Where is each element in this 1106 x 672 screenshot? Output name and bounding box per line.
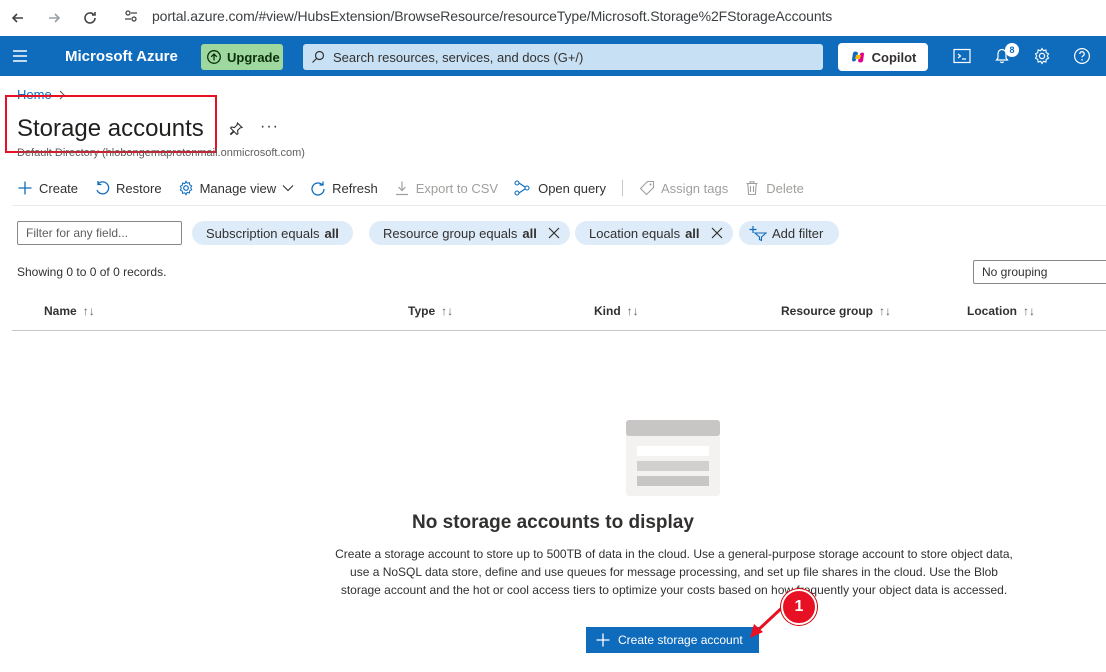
pin-icon[interactable] [228,121,244,137]
command-bar-divider [12,205,1106,206]
search-icon [312,50,325,63]
manage-view-button[interactable]: Manage view [178,180,295,196]
global-search-input[interactable]: Search resources, services, and docs (G+… [303,44,823,70]
delete-button[interactable]: Delete [744,180,804,196]
step-marker-badge: 1 [781,589,817,625]
sort-icon[interactable]: ↑↓ [1023,304,1035,318]
column-header-kind[interactable]: Kind ↑↓ [594,304,639,318]
refresh-button[interactable]: Refresh [310,180,378,196]
brand-title[interactable]: Microsoft Azure [65,48,178,65]
add-filter-label: Add filter [772,225,824,241]
add-filter-icon [749,226,767,241]
column-header-name[interactable]: Name ↑↓ [44,304,95,318]
back-icon[interactable] [0,0,36,36]
empty-state-illustration [626,420,720,496]
upgrade-button[interactable]: Upgrade [201,44,283,70]
refresh-icon [311,181,325,196]
azure-header: Microsoft Azure Upgrade Search resources… [0,36,1106,76]
column-header-resource-group[interactable]: Resource group ↑↓ [781,304,891,318]
empty-state-title: No storage accounts to display [412,512,694,533]
column-header-type[interactable]: Type ↑↓ [408,304,453,318]
notifications-icon[interactable]: 8 [982,36,1022,76]
reload-icon[interactable] [72,0,108,36]
restore-icon [96,181,110,195]
sort-icon[interactable]: ↑↓ [441,304,453,318]
search-placeholder: Search resources, services, and docs (G+… [333,49,584,65]
column-label: Name [44,304,77,318]
grouping-select[interactable]: No grouping [973,260,1106,284]
chevron-down-icon [282,185,294,192]
create-label: Create [39,180,79,196]
column-label: Resource group [781,304,874,318]
location-filter-prefix: Location equals [589,225,681,241]
restore-label: Restore [116,180,162,196]
upgrade-arrow-icon [207,50,221,64]
plus-icon [18,181,32,195]
open-query-label: Open query [538,180,607,196]
copilot-label: Copilot [871,49,917,65]
delete-label: Delete [766,180,804,196]
close-icon[interactable] [711,227,723,239]
location-filter-value: all [685,225,700,241]
manage-view-label: Manage view [199,180,277,196]
plus-icon [596,633,610,647]
upgrade-label: Upgrade [227,49,280,65]
column-label: Type [408,304,436,318]
open-query-button[interactable]: Open query [514,180,606,196]
toolbar-divider [622,180,624,196]
subscription-filter-prefix: Subscription equals [206,225,320,241]
command-bar: Create Restore Manage view Refresh Expor… [17,176,820,200]
query-icon [514,180,530,196]
copilot-icon [851,51,864,63]
create-storage-account-button[interactable]: Create storage account [586,627,759,653]
records-count: Showing 0 to 0 of 0 records. [17,265,167,279]
resource-group-filter-prefix: Resource group equals [383,225,518,241]
title-highlight-box [5,95,217,153]
sort-icon[interactable]: ↑↓ [879,304,891,318]
address-bar[interactable]: portal.azure.com/#view/HubsExtension/Bro… [116,2,832,30]
export-csv-button[interactable]: Export to CSV [394,180,498,196]
download-icon [395,181,408,196]
assign-tags-button[interactable]: Assign tags [639,180,728,196]
restore-button[interactable]: Restore [94,180,162,196]
resource-group-filter-pill[interactable]: Resource group equals all [369,221,570,245]
create-storage-account-label: Create storage account [618,633,743,647]
url-text[interactable]: portal.azure.com/#view/HubsExtension/Bro… [152,8,832,24]
close-icon[interactable] [548,227,560,239]
filter-input[interactable]: Filter for any field... [17,221,182,245]
column-header-location[interactable]: Location ↑↓ [967,304,1035,318]
column-label: Kind [594,304,621,318]
sort-icon[interactable]: ↑↓ [627,304,639,318]
export-csv-label: Export to CSV [415,180,499,196]
portal-menu-icon[interactable] [0,36,40,76]
notification-count-badge: 8 [1005,43,1019,57]
create-button[interactable]: Create [17,180,78,196]
more-options-button[interactable]: ··· [260,118,279,136]
table-header: Name ↑↓ Type ↑↓ Kind ↑↓ Resource group ↑… [12,295,1106,331]
column-label: Location [967,304,1017,318]
tag-icon [639,180,655,196]
empty-state-description: Create a storage account to store up to … [335,547,1013,597]
assign-tags-label: Assign tags [661,180,729,196]
cloud-shell-icon[interactable] [942,36,982,76]
directory-subtitle: Default Directory (hlobongemaprotonmail.… [17,147,305,159]
forward-icon[interactable] [36,0,72,36]
location-filter-pill[interactable]: Location equals all [575,221,733,245]
copilot-button[interactable]: Copilot [838,43,928,71]
trash-icon [746,181,758,196]
subscription-filter-value: all [324,225,339,241]
gear-icon [179,180,192,196]
resource-group-filter-value: all [522,225,537,241]
browser-toolbar: portal.azure.com/#view/HubsExtension/Bro… [0,0,1106,36]
settings-gear-icon[interactable] [1022,36,1062,76]
refresh-label: Refresh [332,180,378,196]
add-filter-button[interactable]: Add filter [739,221,840,245]
site-settings-icon[interactable] [116,2,146,30]
help-icon[interactable] [1062,36,1102,76]
sort-icon[interactable]: ↑↓ [83,304,95,318]
subscription-filter-pill[interactable]: Subscription equals all [192,221,353,245]
